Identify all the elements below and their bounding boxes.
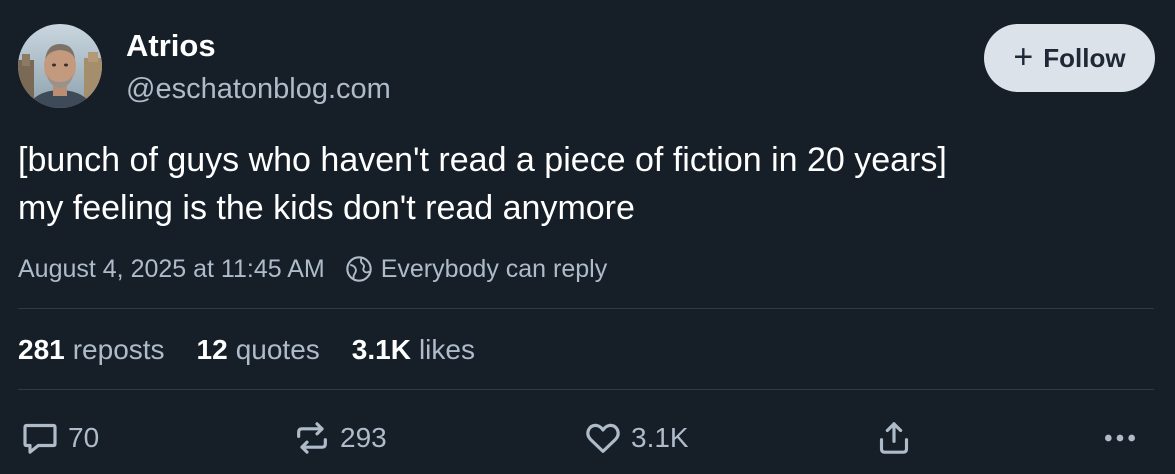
author-name[interactable]: Atrios (126, 27, 216, 65)
globe-icon (345, 256, 372, 282)
author-handle[interactable]: @eschatonblog.com (126, 71, 391, 107)
quotes-stat[interactable]: 12 quotes (197, 334, 320, 366)
share-icon (879, 422, 909, 454)
reply-count: 70 (68, 422, 100, 453)
avatar[interactable] (18, 24, 102, 108)
divider (18, 308, 1154, 309)
plus-icon: + (1013, 37, 1034, 76)
like-count: 3.1K (631, 422, 689, 453)
reply-setting-label: Everybody can reply (380, 254, 608, 283)
share-button[interactable] (874, 416, 914, 460)
action-bar: 70 293 3.1K (0, 416, 1175, 460)
post-meta: August 4, 2025 at 11:45 AM Everybody can… (18, 252, 607, 286)
reposts-label: reposts (72, 334, 165, 365)
avatar-image (18, 24, 102, 108)
reposts-count: 281 (18, 334, 65, 365)
repost-button[interactable]: 293 (292, 416, 387, 460)
post-text-line: my feeling is the kids don't read anymor… (18, 189, 635, 227)
post-text-line: [bunch of guys who haven't read a piece … (18, 141, 947, 179)
post-thread-item: Atrios @eschatonblog.com + Follow [bunch… (0, 0, 1175, 474)
reposts-stat[interactable]: 281 reposts (18, 334, 165, 366)
follow-button[interactable]: + Follow (984, 24, 1155, 92)
quotes-label: quotes (235, 334, 320, 365)
likes-count: 3.1K (351, 334, 411, 365)
reply-setting: Everybody can reply (345, 254, 608, 284)
likes-stat[interactable]: 3.1K likes (352, 334, 475, 366)
follow-button-label: Follow (1043, 42, 1126, 73)
more-button[interactable] (1100, 416, 1140, 460)
repost-icon (297, 422, 327, 454)
repost-count: 293 (340, 422, 387, 453)
divider (18, 389, 1154, 390)
like-button[interactable]: 3.1K (583, 416, 689, 460)
post-text: [bunch of guys who haven't read a piece … (18, 136, 1148, 232)
post-timestamp[interactable]: August 4, 2025 at 11:45 AM (18, 255, 325, 284)
quotes-count: 12 (196, 334, 228, 365)
reply-button[interactable]: 70 (20, 416, 99, 460)
heart-icon (586, 423, 620, 453)
post-stats: 281 reposts 12 quotes 3.1K likes (18, 331, 475, 369)
likes-label: likes (418, 334, 475, 365)
more-icon (1105, 434, 1135, 442)
comment-icon (23, 423, 57, 454)
